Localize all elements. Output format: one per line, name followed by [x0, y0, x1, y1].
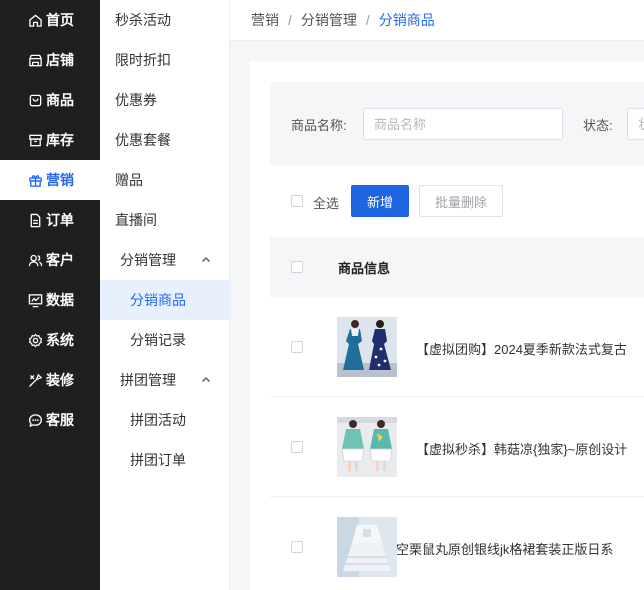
- content-panel: 商品名称: 状态: 全选 新增 批量删除 商品信息: [250, 61, 644, 590]
- nav2-item-label: 优惠券: [115, 92, 157, 108]
- filter-bar: 商品名称: 状态:: [270, 82, 644, 165]
- nav-item-decoration[interactable]: 装修: [0, 360, 100, 400]
- chart-icon: [28, 293, 43, 307]
- product-name[interactable]: 空栗鼠丸原创银线jk格裙套装正版日系: [396, 539, 613, 558]
- breadcrumb: 营销 / 分销管理 / 分销商品: [230, 0, 644, 41]
- nav-item-label: 数据: [46, 292, 74, 308]
- add-button[interactable]: 新增: [351, 185, 409, 217]
- nav2-item-label: 赠品: [115, 172, 143, 188]
- nav2-item-label: 限时折扣: [115, 52, 171, 68]
- chevron-up-icon: [202, 257, 210, 262]
- nav2-item-pintuan-activity[interactable]: 拼团活动: [100, 400, 229, 440]
- nav-item-marketing[interactable]: 营销: [0, 160, 100, 200]
- nav-item-home[interactable]: 首页: [0, 0, 100, 40]
- main-content: 营销 / 分销管理 / 分销商品 商品名称: 状态: 全选 新增 批量删除 商品…: [230, 0, 644, 590]
- row-checkbox[interactable]: [291, 441, 303, 453]
- select-all-label[interactable]: 全选: [313, 193, 339, 212]
- nav2-group-label: 分销管理: [120, 252, 176, 268]
- nav-item-shop[interactable]: 店铺: [0, 40, 100, 80]
- chat-icon: [29, 413, 42, 427]
- goods-name-label: 商品名称:: [291, 118, 347, 133]
- column-header-goods-info: 商品信息: [338, 261, 391, 276]
- table-row: 【虚拟秒杀】韩菇凉{独家}~原创设计: [270, 397, 644, 497]
- nav2-item-coupon[interactable]: 优惠券: [100, 80, 229, 120]
- nav2-item-label: 分销商品: [130, 292, 186, 308]
- nav2-item-label: 拼团订单: [130, 452, 186, 468]
- nav-item-inventory[interactable]: 库存: [0, 120, 100, 160]
- nav2-item-label: 拼团活动: [130, 412, 186, 428]
- nav-item-label: 客户: [46, 252, 74, 268]
- nav2-group-label: 拼团管理: [120, 372, 176, 388]
- row-checkbox[interactable]: [291, 541, 303, 553]
- table-header: 商品信息: [270, 237, 644, 297]
- product-thumbnail[interactable]: [337, 517, 397, 577]
- select-all-checkbox[interactable]: [291, 195, 303, 207]
- row-checkbox[interactable]: [291, 341, 303, 353]
- primary-sidebar: 首页 店铺 商品 库存 营销 订单 客户 数据 系统 装修 客服: [0, 0, 100, 590]
- nav2-item-distribution-goods[interactable]: 分销商品: [100, 280, 229, 320]
- gear-icon: [28, 333, 43, 347]
- nav2-item-label: 分销记录: [130, 332, 186, 348]
- shop-icon: [29, 54, 42, 66]
- product-name[interactable]: 【虚拟团购】2024夏季新款法式复古: [416, 339, 627, 358]
- nav2-item-flash-sale[interactable]: 秒杀活动: [100, 0, 229, 40]
- nav-item-label: 库存: [46, 132, 74, 148]
- nav-item-customer[interactable]: 客户: [0, 240, 100, 280]
- nav2-item-limited-discount[interactable]: 限时折扣: [100, 40, 229, 80]
- nav-item-label: 客服: [46, 412, 74, 428]
- product-name[interactable]: 【虚拟秒杀】韩菇凉{独家}~原创设计: [416, 439, 627, 458]
- nav2-item-label: 直播间: [115, 212, 157, 228]
- nav2-item-pintuan-orders[interactable]: 拼团订单: [100, 440, 229, 480]
- nav2-item-label: 优惠套餐: [115, 132, 171, 148]
- nav-item-label: 营销: [46, 172, 74, 188]
- nav2-group-distribution[interactable]: 分销管理: [100, 240, 229, 280]
- nav-item-label: 商品: [46, 92, 74, 108]
- nav-item-label: 首页: [46, 12, 74, 28]
- nav-item-label: 装修: [46, 372, 74, 388]
- order-icon: [30, 213, 41, 227]
- status-select[interactable]: [627, 108, 644, 140]
- secondary-sidebar: 秒杀活动 限时折扣 优惠券 优惠套餐 赠品 直播间 分销管理 分销商品 分销记录…: [100, 0, 230, 590]
- nav-item-data[interactable]: 数据: [0, 280, 100, 320]
- batch-delete-button[interactable]: 批量删除: [419, 185, 503, 217]
- table-row: 【虚拟团购】2024夏季新款法式复古: [270, 297, 644, 397]
- nav2-item-distribution-records[interactable]: 分销记录: [100, 320, 229, 360]
- breadcrumb-item-current: 分销商品: [378, 12, 435, 28]
- nav2-item-package[interactable]: 优惠套餐: [100, 120, 229, 160]
- product-thumbnail[interactable]: [337, 317, 397, 377]
- nav-item-label: 订单: [46, 212, 74, 228]
- nav2-group-pintuan[interactable]: 拼团管理: [100, 360, 229, 400]
- nav-item-system[interactable]: 系统: [0, 320, 100, 360]
- decoration-icon: [29, 373, 43, 387]
- header-checkbox[interactable]: [291, 261, 303, 273]
- nav-item-label: 系统: [46, 332, 74, 348]
- home-icon: [29, 14, 42, 27]
- status-label: 状态:: [583, 118, 613, 133]
- breadcrumb-item-distribution[interactable]: 分销管理: [301, 10, 357, 30]
- breadcrumb-item-marketing[interactable]: 营销: [251, 10, 279, 30]
- product-thumbnail[interactable]: [337, 417, 397, 477]
- nav-item-label: 店铺: [46, 52, 74, 68]
- nav-item-service[interactable]: 客服: [0, 400, 100, 440]
- nav-item-order[interactable]: 订单: [0, 200, 100, 240]
- goods-name-input[interactable]: [363, 108, 563, 140]
- nav2-item-live-room[interactable]: 直播间: [100, 200, 229, 240]
- breadcrumb-separator: /: [365, 12, 370, 28]
- gift-icon: [29, 174, 42, 187]
- breadcrumb-separator: /: [288, 12, 292, 28]
- inventory-icon: [29, 134, 42, 146]
- goods-icon: [29, 94, 42, 106]
- nav2-item-label: 秒杀活动: [115, 12, 171, 28]
- table-row: 空栗鼠丸原创银线jk格裙套装正版日系: [270, 497, 644, 590]
- nav-item-goods[interactable]: 商品: [0, 80, 100, 120]
- customer-icon: [28, 254, 43, 266]
- nav2-item-gift[interactable]: 赠品: [100, 160, 229, 200]
- chevron-up-icon: [202, 377, 210, 382]
